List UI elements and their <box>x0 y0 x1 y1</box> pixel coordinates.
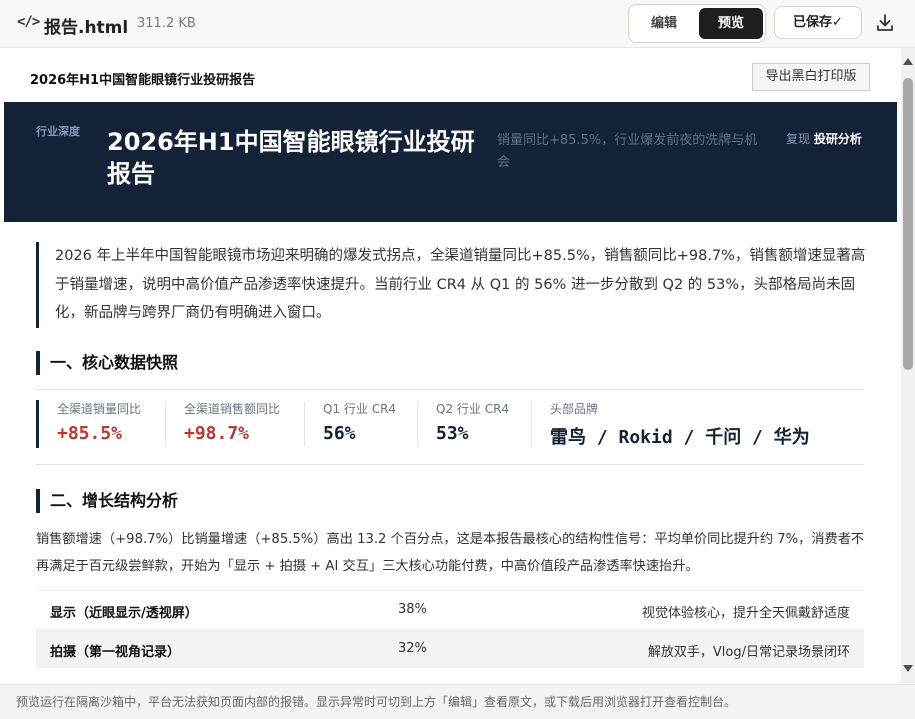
metric-divider <box>304 402 305 446</box>
table-row: 拍摄（第一视角记录） 32% 解放双手，Vlog/日常记录场景闭环 <box>36 629 864 668</box>
sandbox-notice-bar: 预览运行在隔离沙箱中，平台无法获知页面内部的报错。显示异常时可切到上方「编辑」查… <box>0 684 915 719</box>
vertical-scrollbar[interactable] <box>901 48 915 684</box>
metric-divider <box>165 402 166 446</box>
edit-tab[interactable]: 编辑 <box>632 8 696 39</box>
metric-value: 雷鸟 / Rokid / 千问 / 华为 <box>550 427 810 448</box>
scrollbar-thumb[interactable] <box>903 78 913 370</box>
note-cell: 解放双手，Vlog/日常记录场景闭环 <box>647 645 850 660</box>
sandbox-notice-text: 预览运行在隔离沙箱中，平台无法获知页面内部的报错。显示异常时可切到上方「编辑」查… <box>16 695 737 709</box>
metric-divider <box>417 402 418 446</box>
top-bar: </> 报告.html 311.2 KB 编辑 预览 已保存✓ <box>0 0 915 48</box>
hero-subtitle: 销量同比+85.5%，行业爆发前夜的洗牌与机会 <box>497 133 758 170</box>
section-heading-growth: 二、增长结构分析 <box>36 489 178 513</box>
growth-analysis-paragraph: 销售额增速（+98.7%）比销量增速（+85.5%）高出 13.2 个百分点，这… <box>36 532 865 574</box>
metric-value: +85.5% <box>57 423 123 444</box>
hero-tag: 行业深度 <box>36 125 80 138</box>
hero-nav: 复现 投研分析 <box>786 130 862 147</box>
feature-table: 显示（近眼显示/透视屏） 38% 视觉体验核心，提升全天佩戴舒适度 拍摄（第一视… <box>36 590 864 668</box>
preview-pane[interactable]: 2026年H1中国智能眼镜行业投研报告 导出黑白打印版 行业深度 2026年H1… <box>0 48 901 684</box>
metric-q1-cr4: Q1 行业 CR4 56% <box>323 400 396 450</box>
share-cell: 38% <box>398 602 427 617</box>
table-row: 显示（近眼显示/透视屏） 38% 视觉体验核心，提升全天佩戴舒适度 <box>36 590 864 629</box>
metric-divider <box>531 402 532 446</box>
view-mode-toggle: 编辑 预览 <box>628 4 766 43</box>
metric-sales-yoy: 全渠道销售额同比 +98.7% <box>184 400 280 450</box>
intro-paragraph: 2026 年上半年中国智能眼镜市场迎来明确的爆发式拐点，全渠道销量同比+85.5… <box>36 242 866 328</box>
metric-label: 头部品牌 <box>550 402 599 416</box>
metrics-accent-bar <box>36 400 39 448</box>
hero-title: 2026年H1中国智能眼镜行业投研报告 <box>107 128 475 188</box>
metric-label: Q2 行业 CR4 <box>436 402 510 416</box>
metric-q2-cr4: Q2 行业 CR4 53% <box>436 400 509 450</box>
metric-top-brands: 头部品牌 雷鸟 / Rokid / 千问 / 华为 <box>550 400 810 450</box>
note-cell: 视觉体验核心，提升全天佩戴舒适度 <box>641 606 850 621</box>
document-title: 2026年H1中国智能眼镜行业投研报告 <box>30 73 256 88</box>
scroll-up-arrow-icon[interactable] <box>903 58 913 65</box>
section-heading-core-data: 一、核心数据快照 <box>36 351 178 375</box>
metric-label: Q1 行业 CR4 <box>323 402 397 416</box>
file-name: 报告.html <box>44 18 129 38</box>
share-cell: 32% <box>398 641 427 656</box>
hero-banner: 行业深度 2026年H1中国智能眼镜行业投研报告 销量同比+85.5%，行业爆发… <box>4 102 897 222</box>
code-icon: </> <box>17 14 40 30</box>
saved-button[interactable]: 已保存✓ <box>774 6 862 39</box>
metric-value: +98.7% <box>184 423 250 444</box>
metric-value: 56% <box>323 423 356 444</box>
nav-link-reproduce[interactable]: 复现 <box>786 132 810 146</box>
metric-volume-yoy: 全渠道销量同比 +85.5% <box>57 400 141 450</box>
metrics-strip: 全渠道销量同比 +85.5% 全渠道销售额同比 +98.7% Q1 行业 CR4… <box>36 389 864 465</box>
metric-label: 全渠道销售额同比 <box>184 402 281 416</box>
feature-cell: 拍摄（第一视角记录） <box>50 645 181 660</box>
scroll-down-arrow-icon[interactable] <box>903 665 913 672</box>
download-icon[interactable] <box>872 10 898 36</box>
nav-link-analysis[interactable]: 投研分析 <box>814 132 862 146</box>
preview-tab[interactable]: 预览 <box>699 8 763 39</box>
feature-cell: 显示（近眼显示/透视屏） <box>50 606 198 621</box>
export-print-button[interactable]: 导出黑白打印版 <box>752 63 870 91</box>
file-size: 311.2 KB <box>137 16 196 31</box>
metric-value: 53% <box>436 423 469 444</box>
metric-label: 全渠道销量同比 <box>57 402 142 416</box>
